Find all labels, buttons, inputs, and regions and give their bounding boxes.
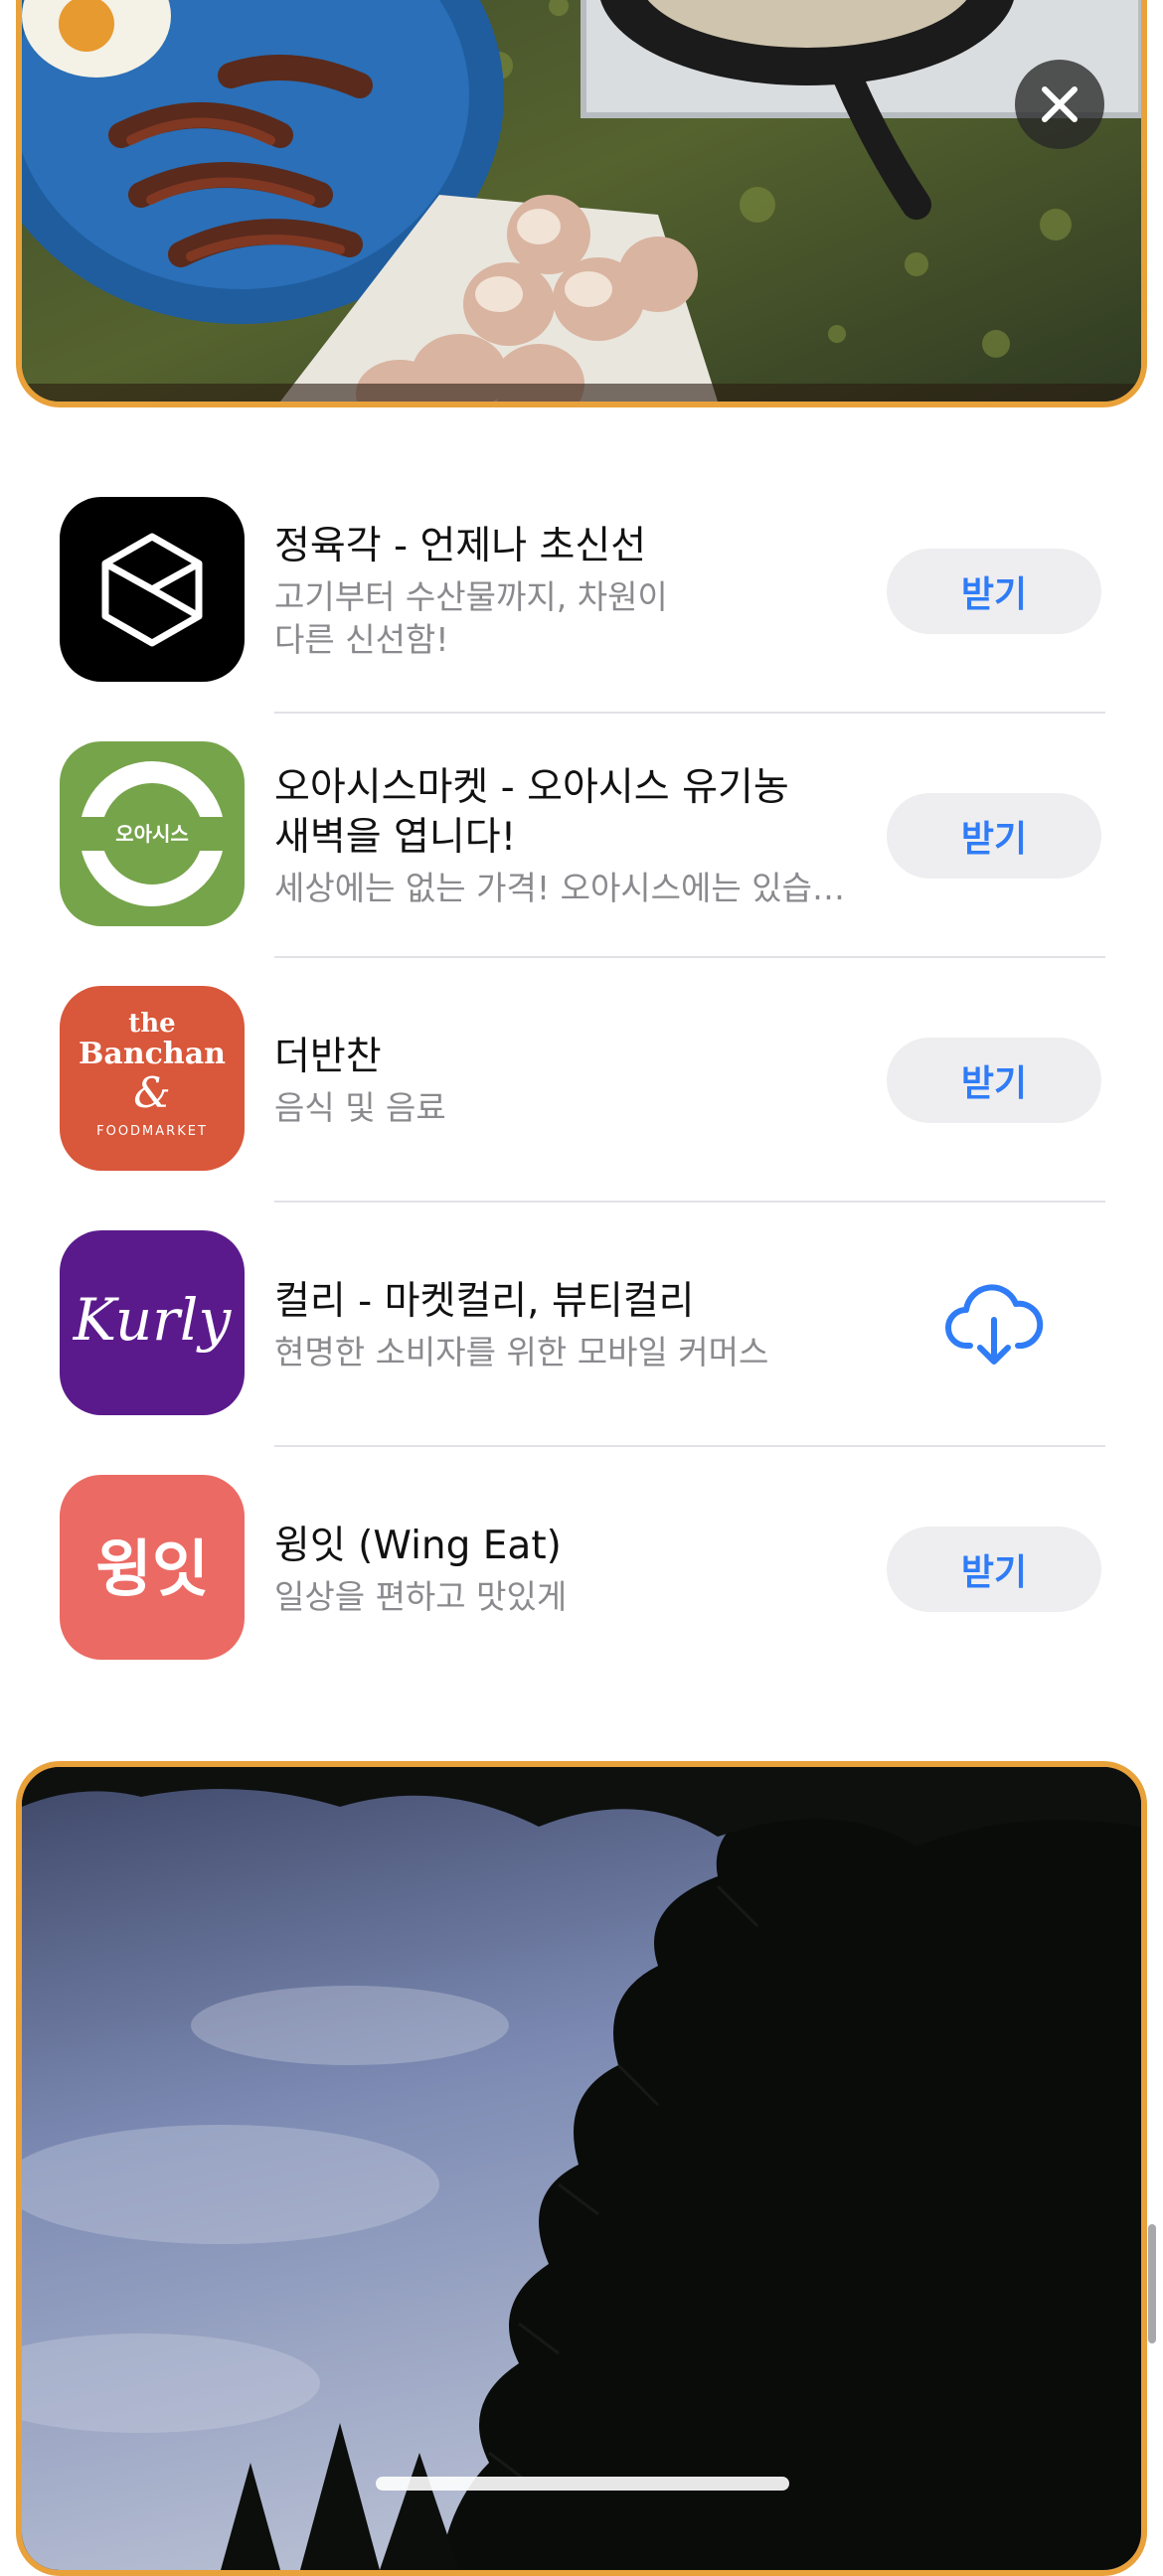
get-button[interactable]: 받기 [887, 793, 1101, 879]
close-button[interactable] [1015, 60, 1104, 149]
app-name: 정육각 - 언제나 초신선 [274, 524, 647, 568]
app-info: 오아시스마켓 - 오아시스 유기농 새벽을 엽니다! 세상에는 없는 가격! 오… [274, 714, 871, 958]
get-button[interactable]: 받기 [887, 1527, 1101, 1612]
app-info: 윙잇 (Wing Eat) 일상을 편하고 맛있게 [274, 1447, 871, 1691]
wingeat-icon-text: 윙잇 [95, 1532, 209, 1605]
app-subtitle: 일상을 편하고 맛있게 [274, 1576, 568, 1616]
download-button[interactable] [944, 1280, 1044, 1369]
app-info: 컬리 - 마켓컬리, 뷰티컬리 현명한 소비자를 위한 모바일 커머스 [274, 1203, 871, 1447]
wingeat-logo-icon: 윙잇 [60, 1475, 245, 1660]
app-subtitle: 세상에는 없는 가격! 오아시스에는 있습… [274, 868, 845, 907]
banchan-icon-foodmarket: FOODMARKET [96, 1124, 208, 1139]
kurly-logo-icon: Kurly [60, 1230, 245, 1415]
scroll-indicator[interactable] [1148, 2224, 1156, 2343]
app-name: 윙잇 (Wing Eat) [274, 1523, 562, 1568]
jeongyukgak-logo-icon [60, 497, 245, 682]
get-button[interactable]: 받기 [887, 1038, 1101, 1123]
app-subtitle: 현명한 소비자를 위한 모바일 커머스 [274, 1332, 769, 1371]
thebanchan-logo-icon: the Banchan & FOODMARKET [60, 986, 245, 1171]
list-item[interactable]: the Banchan & FOODMARKET 더반찬 음식 및 음료 받기 [0, 958, 1163, 1203]
app-subtitle: 고기부터 수산물까지, 차원이 다른 신선함! [274, 577, 668, 659]
oasis-icon-text: 오아시스 [115, 822, 189, 846]
get-button[interactable]: 받기 [887, 549, 1101, 634]
bottom-photo-card[interactable] [16, 1761, 1147, 2576]
app-info: 정육각 - 언제나 초신선 고기부터 수산물까지, 차원이 다른 신선함! [274, 469, 871, 714]
list-item[interactable]: Kurly 컬리 - 마켓컬리, 뷰티컬리 현명한 소비자를 위한 모바일 커머… [0, 1203, 1163, 1447]
close-icon [1042, 86, 1078, 122]
home-indicator[interactable] [376, 2477, 789, 2491]
app-name: 더반찬 [274, 1034, 382, 1079]
app-subtitle: 음식 및 음료 [274, 1087, 446, 1127]
list-item[interactable]: 정육각 - 언제나 초신선 고기부터 수산물까지, 차원이 다른 신선함! 받기 [0, 469, 1163, 714]
breakfast-photo [22, 0, 1141, 402]
top-photo-card[interactable] [16, 0, 1147, 407]
banchan-icon-name: Banchan [79, 1037, 226, 1071]
app-name: 오아시스마켓 - 오아시스 유기농 새벽을 엽니다! [274, 764, 789, 860]
list-item[interactable]: 오아시스 오아시스마켓 - 오아시스 유기농 새벽을 엽니다! 세상에는 없는 … [0, 714, 1163, 958]
oasis-ring-icon: 오아시스 [60, 741, 245, 926]
trees-photo [22, 1767, 1141, 2570]
app-info: 더반찬 음식 및 음료 [274, 958, 871, 1203]
banchan-icon-the: the [128, 1009, 175, 1039]
cloud-download-icon [945, 1284, 1044, 1365]
kurly-icon-text: Kurly [73, 1286, 233, 1354]
banchan-icon-amp: & [133, 1068, 170, 1117]
list-item[interactable]: 윙잇 윙잇 (Wing Eat) 일상을 편하고 맛있게 받기 [0, 1447, 1163, 1691]
app-name: 컬리 - 마켓컬리, 뷰티컬리 [274, 1278, 695, 1324]
